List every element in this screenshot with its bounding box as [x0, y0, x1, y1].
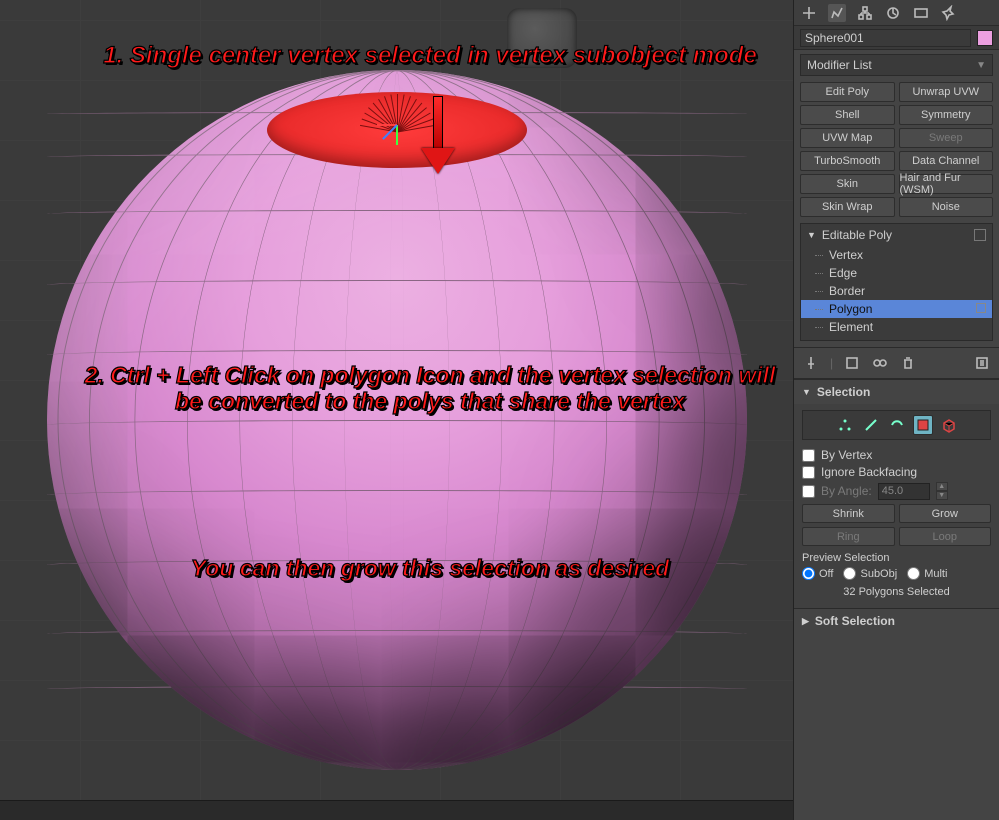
rollup-selection-header[interactable]: ▼ Selection	[794, 380, 999, 404]
stack-sub-polygon[interactable]: Polygon	[801, 300, 992, 318]
modifier-unwrap-uvw[interactable]: Unwrap UVW	[899, 82, 994, 102]
preview-selection-label: Preview Selection	[802, 552, 991, 564]
stack-sub-visibility[interactable]	[976, 303, 986, 313]
viewport[interactable]: 1. Single center vertex selected in vert…	[0, 0, 793, 800]
utilities-tab-icon[interactable]	[940, 4, 958, 22]
modifier-skin[interactable]: Skin	[800, 174, 895, 194]
rollup-soft-selection: ▶ Soft Selection	[794, 608, 999, 633]
modifier-skin-wrap[interactable]: Skin Wrap	[800, 197, 895, 217]
chevron-down-icon: ▼	[976, 60, 986, 71]
annotation-2: 2. Ctrl + Left Click on polygon Icon and…	[70, 362, 790, 415]
modifier-hair-fur[interactable]: Hair and Fur (WSM)	[899, 174, 994, 194]
hierarchy-tab-icon[interactable]	[856, 4, 874, 22]
stack-toolbar: |	[794, 347, 999, 379]
command-panel: Modifier List ▼ Edit Poly Unwrap UVW She…	[793, 0, 999, 820]
show-end-result-icon[interactable]	[843, 354, 861, 372]
modifier-uvw-map[interactable]: UVW Map	[800, 128, 895, 148]
modifier-sweep: Sweep	[899, 128, 994, 148]
modifier-turbosmooth[interactable]: TurboSmooth	[800, 151, 895, 171]
stack-root[interactable]: ▼ Editable Poly	[801, 224, 992, 246]
remove-modifier-icon[interactable]	[899, 354, 917, 372]
by-vertex-checkbox[interactable]: By Vertex	[802, 448, 991, 462]
gizmo-y-axis[interactable]	[396, 125, 398, 145]
rollup-selection: ▼ Selection By Vertex Ignore Backfacing	[794, 379, 999, 608]
ignore-backfacing-checkbox[interactable]: Ignore Backfacing	[802, 465, 991, 479]
object-name-input[interactable]	[800, 29, 971, 47]
sphere-object[interactable]	[47, 70, 747, 770]
border-icon[interactable]	[887, 415, 907, 435]
by-angle-row: By Angle: ▲▼	[802, 482, 991, 500]
make-unique-icon[interactable]	[871, 354, 889, 372]
preview-selection-radios: Off SubObj Multi	[802, 567, 991, 580]
modifier-noise[interactable]: Noise	[899, 197, 994, 217]
preview-subobj-radio[interactable]: SubObj	[843, 567, 897, 580]
by-angle-value	[878, 483, 930, 500]
stack-root-label: Editable Poly	[822, 228, 892, 242]
motion-tab-icon[interactable]	[884, 4, 902, 22]
stack-sub-element[interactable]: Element	[801, 318, 992, 336]
subobject-level-icons	[802, 410, 991, 440]
preview-off-radio[interactable]: Off	[802, 567, 833, 580]
spinner-arrows[interactable]: ▲▼	[936, 482, 948, 500]
by-vertex-label: By Vertex	[821, 448, 872, 462]
loop-button: Loop	[899, 527, 992, 546]
configure-modifier-sets-icon[interactable]	[973, 354, 991, 372]
modify-tab-icon[interactable]	[828, 4, 846, 22]
expand-icon: ▼	[802, 387, 811, 397]
by-vertex-input[interactable]	[802, 449, 815, 462]
rollup-soft-selection-title: Soft Selection	[815, 614, 895, 628]
modifier-list-label: Modifier List	[807, 58, 872, 72]
display-tab-icon[interactable]	[912, 4, 930, 22]
transform-gizmo[interactable]	[377, 115, 417, 155]
element-icon[interactable]	[939, 415, 959, 435]
vertex-icon[interactable]	[835, 415, 855, 435]
command-panel-tabs	[794, 0, 999, 26]
sphere-surface	[47, 70, 747, 770]
modifier-shell[interactable]: Shell	[800, 105, 895, 125]
modifier-data-channel[interactable]: Data Channel	[899, 151, 994, 171]
ignore-backfacing-label: Ignore Backfacing	[821, 465, 917, 479]
ring-button: Ring	[802, 527, 895, 546]
by-angle-checkbox[interactable]	[802, 485, 815, 498]
stack-sub-edge[interactable]: Edge	[801, 264, 992, 282]
edge-icon[interactable]	[861, 415, 881, 435]
rollup-selection-title: Selection	[817, 385, 870, 399]
polygon-icon[interactable]	[913, 415, 933, 435]
modifier-symmetry[interactable]: Symmetry	[899, 105, 994, 125]
modifier-list-dropdown[interactable]: Modifier List ▼	[800, 54, 993, 76]
by-angle-label: By Angle:	[821, 484, 872, 498]
stack-visibility-toggle[interactable]	[974, 229, 986, 241]
annotation-1: 1. Single center vertex selected in vert…	[70, 42, 790, 70]
create-tab-icon[interactable]	[800, 4, 818, 22]
grow-button[interactable]: Grow	[899, 504, 992, 523]
rollup-soft-selection-header[interactable]: ▶ Soft Selection	[794, 609, 999, 633]
preview-multi-radio[interactable]: Multi	[907, 567, 947, 580]
collapse-icon: ▶	[802, 616, 809, 627]
expand-icon: ▼	[807, 230, 816, 240]
annotation-3: You can then grow this selection as desi…	[70, 555, 790, 581]
annotation-arrow	[421, 96, 451, 176]
toolbar-separator: |	[830, 356, 833, 370]
selection-status: 32 Polygons Selected	[802, 586, 991, 598]
shrink-button[interactable]: Shrink	[802, 504, 895, 523]
stack-sub-polygon-label: Polygon	[829, 302, 872, 316]
modifier-quick-buttons: Edit Poly Unwrap UVW Shell Symmetry UVW …	[794, 80, 999, 223]
modifier-stack: ▼ Editable Poly Vertex Edge Border Polyg…	[800, 223, 993, 341]
object-color-swatch[interactable]	[977, 30, 993, 46]
modifier-edit-poly[interactable]: Edit Poly	[800, 82, 895, 102]
stack-sub-border[interactable]: Border	[801, 282, 992, 300]
stack-sub-vertex[interactable]: Vertex	[801, 246, 992, 264]
ignore-backfacing-input[interactable]	[802, 466, 815, 479]
pin-stack-icon[interactable]	[802, 354, 820, 372]
